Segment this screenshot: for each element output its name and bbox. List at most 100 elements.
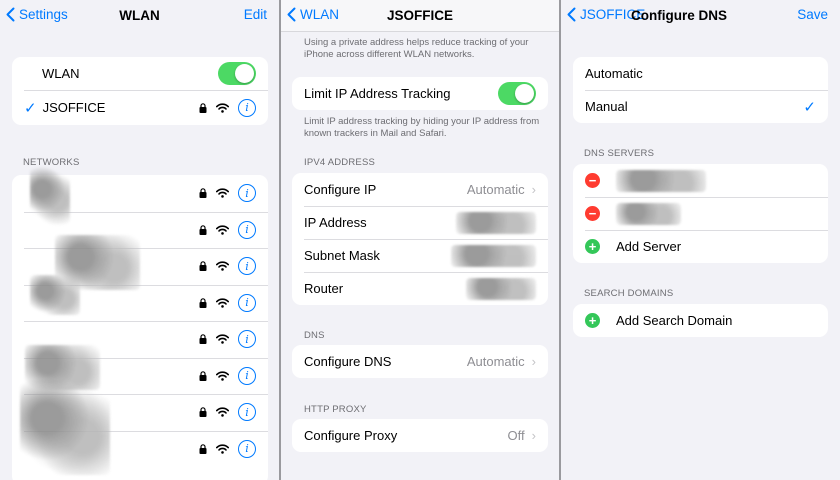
wlan-toggle-row: WLAN <box>12 57 268 90</box>
add-search-domain-row[interactable]: + Add Search Domain <box>573 304 828 337</box>
ipv4-header: IPV4 ADDRESS <box>304 157 376 168</box>
info-icon[interactable]: i <box>238 184 256 203</box>
chevron-right-icon: › <box>531 182 536 197</box>
wifi-icon <box>216 444 229 454</box>
wlan-toggle-label: WLAN <box>42 66 80 81</box>
wlan-group: WLAN ✓ JSOFFICE i <box>12 57 268 125</box>
back-button[interactable]: Settings <box>6 7 68 22</box>
configure-dns-screen: JSOFFICE Configure DNS Save Automatic Ma… <box>561 0 840 480</box>
router-label: Router <box>304 281 344 296</box>
wifi-icon <box>216 102 229 113</box>
ipv4-group: Configure IP Automatic › IP Address Subne… <box>292 173 548 305</box>
info-icon[interactable]: i <box>238 98 256 117</box>
redacted-region <box>30 275 80 315</box>
dns-servers-group: − − + Add Server <box>573 164 828 263</box>
chevron-right-icon: › <box>531 428 536 443</box>
back-label: JSOFFICE <box>580 7 646 22</box>
redacted-value <box>616 169 706 192</box>
save-button[interactable]: Save <box>797 7 828 22</box>
configure-dns-label: Configure DNS <box>304 354 392 369</box>
navbar: JSOFFICE Configure DNS Save <box>561 0 840 32</box>
redacted-region <box>20 380 110 475</box>
lock-icon <box>199 370 207 381</box>
info-icon[interactable]: i <box>238 330 256 349</box>
configure-proxy-value: Off <box>507 428 525 443</box>
chevron-left-icon <box>567 7 576 22</box>
mode-manual-label: Manual <box>585 99 628 114</box>
back-label: WLAN <box>300 7 340 22</box>
configure-ip-value: Automatic <box>466 182 525 197</box>
limit-tracking-toggle[interactable] <box>498 82 536 105</box>
back-button[interactable]: WLAN <box>287 7 339 22</box>
back-button[interactable]: JSOFFICE <box>567 7 645 22</box>
remove-icon[interactable]: − <box>585 173 600 188</box>
subnet-mask-row: Subnet Mask <box>292 239 548 272</box>
mode-automatic-row[interactable]: Automatic <box>573 57 828 90</box>
redacted-value <box>456 211 536 234</box>
checkmark-icon: ✓ <box>24 99 37 117</box>
dns-server-row[interactable]: − <box>573 164 828 197</box>
edit-button[interactable]: Edit <box>244 7 267 22</box>
configure-proxy-row[interactable]: Configure Proxy Off › <box>292 419 548 452</box>
lock-icon <box>199 188 207 199</box>
limit-tracking-row: Limit IP Address Tracking <box>292 77 548 110</box>
add-server-label: Add Server <box>616 239 682 254</box>
info-icon[interactable]: i <box>238 220 256 239</box>
info-icon[interactable]: i <box>238 366 256 385</box>
lock-icon <box>199 297 207 308</box>
page-title: Configure DNS <box>631 8 727 23</box>
info-icon[interactable]: i <box>238 439 256 458</box>
router-row: Router <box>292 272 548 305</box>
configure-ip-row[interactable]: Configure IP Automatic › <box>292 173 548 206</box>
redacted-value <box>466 277 536 300</box>
dns-server-row[interactable]: − <box>573 197 828 230</box>
configure-dns-value: Automatic <box>466 354 525 369</box>
mode-manual-row[interactable]: Manual ✓ <box>573 90 828 123</box>
wlan-toggle[interactable] <box>218 62 256 85</box>
wifi-icon <box>216 188 229 198</box>
chevron-left-icon <box>6 7 15 22</box>
lock-icon <box>199 407 207 418</box>
dns-header: DNS <box>304 330 325 341</box>
add-icon: + <box>585 313 600 328</box>
remove-icon[interactable]: − <box>585 206 600 221</box>
search-domains-group: + Add Search Domain <box>573 304 828 337</box>
configure-dns-row[interactable]: Configure DNS Automatic › <box>292 345 548 378</box>
redacted-value <box>451 244 536 267</box>
limit-tracking-note: Limit IP address tracking by hiding your… <box>304 116 540 139</box>
add-icon: + <box>585 239 600 254</box>
wlan-screen: Settings WLAN Edit WLAN ✓ JSOFFICE i NET… <box>0 0 279 480</box>
limit-tracking-label: Limit IP Address Tracking <box>304 86 451 101</box>
info-icon[interactable]: i <box>238 293 256 312</box>
wifi-icon <box>216 371 229 381</box>
dns-mode-group: Automatic Manual ✓ <box>573 57 828 123</box>
ip-address-row: IP Address <box>292 206 548 239</box>
subnet-mask-label: Subnet Mask <box>304 248 380 263</box>
http-proxy-header: HTTP PROXY <box>304 404 367 415</box>
configure-ip-label: Configure IP <box>304 182 377 197</box>
proxy-group: Configure Proxy Off › <box>292 419 548 452</box>
redacted-value <box>616 202 681 225</box>
connected-network-row[interactable]: ✓ JSOFFICE i <box>12 90 268 125</box>
lock-icon <box>199 334 207 345</box>
navbar: Settings WLAN Edit <box>0 0 279 32</box>
ip-address-label: IP Address <box>304 215 367 230</box>
wifi-icon <box>216 334 229 344</box>
search-domains-header: SEARCH DOMAINS <box>584 288 674 299</box>
wifi-icon <box>216 225 229 235</box>
dns-servers-header: DNS SERVERS <box>584 148 655 159</box>
connected-network-name: JSOFFICE <box>42 100 106 115</box>
wifi-icon <box>216 407 229 417</box>
network-detail-screen: WLAN JSOFFICE Using a private address he… <box>281 0 559 480</box>
mode-automatic-label: Automatic <box>585 66 643 81</box>
lock-icon <box>199 224 207 235</box>
add-server-row[interactable]: + Add Server <box>573 230 828 263</box>
tracking-group: Limit IP Address Tracking <box>292 77 548 110</box>
checkmark-icon: ✓ <box>803 98 816 116</box>
configure-proxy-label: Configure Proxy <box>304 428 398 443</box>
info-icon[interactable]: i <box>238 403 256 422</box>
info-icon[interactable]: i <box>238 257 256 276</box>
lock-icon <box>199 261 207 272</box>
dns-group: Configure DNS Automatic › <box>292 345 548 378</box>
navbar: WLAN JSOFFICE <box>281 0 559 32</box>
